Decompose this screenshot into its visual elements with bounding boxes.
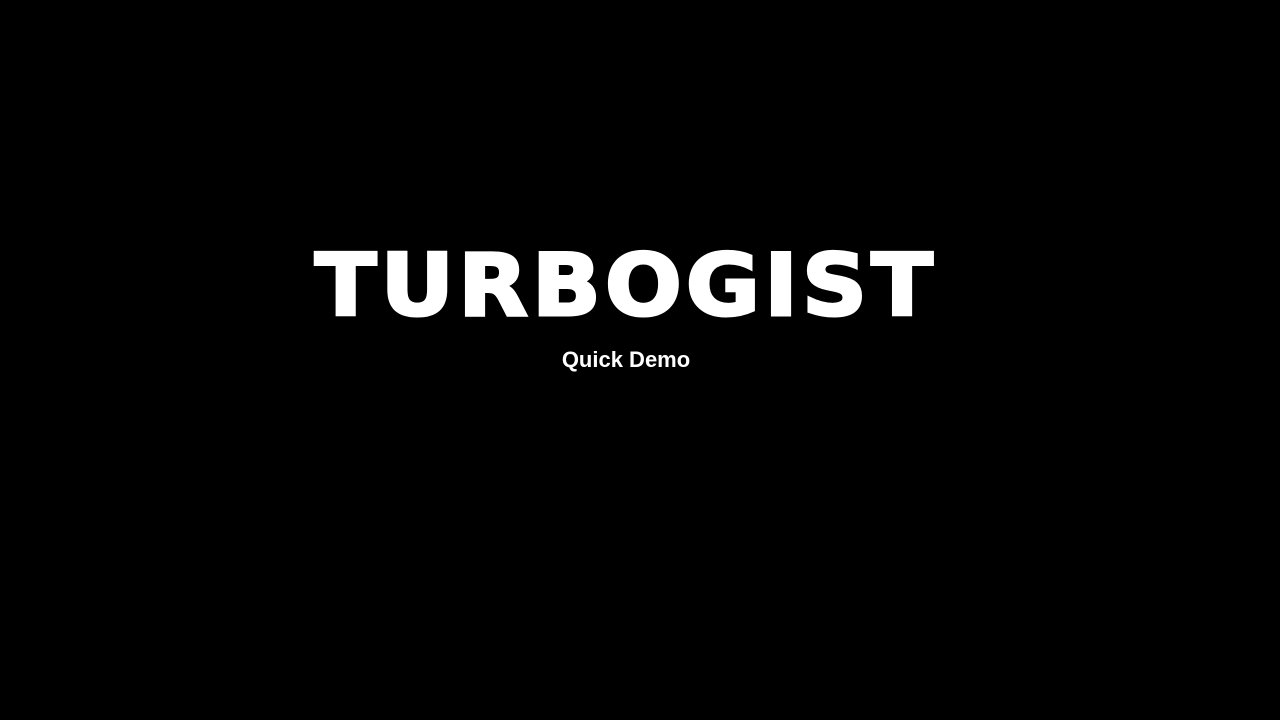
- subtitle: Quick Demo: [561, 347, 691, 372]
- app-title: TURBOGIST: [313, 235, 938, 338]
- splash-screen: TURBOGIST Quick Demo: [0, 0, 1280, 720]
